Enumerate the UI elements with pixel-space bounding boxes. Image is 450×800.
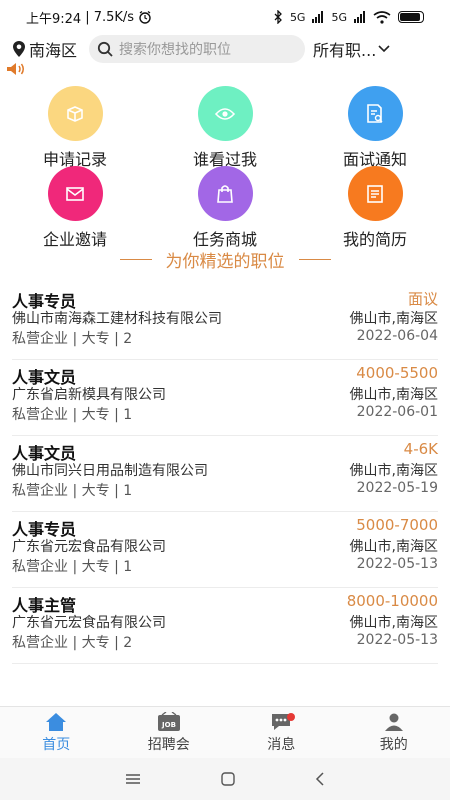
- job-meta: 私营企业 | 大专 | 1: [12, 559, 133, 575]
- quick-action-circle: [197, 166, 253, 221]
- quick-action-task-mall[interactable]: 任务商城: [165, 166, 285, 250]
- quick-action-circle: [47, 86, 103, 141]
- job-list-item[interactable]: 人事专员 5000-7000 广东省元宏食品有限公司 佛山市,南海区 私营企业 …: [12, 512, 438, 588]
- nav-home[interactable]: 首页: [0, 707, 113, 758]
- job-salary: 8000-10000: [346, 592, 438, 610]
- nav-label: 首页: [42, 736, 71, 753]
- box-icon: [67, 105, 83, 122]
- chevron-down-icon: [378, 45, 390, 53]
- section-title: 为你精选的职位: [0, 247, 450, 272]
- search-placeholder: 搜索你想找的职位: [119, 42, 232, 58]
- quick-action-circle: [47, 166, 103, 221]
- job-location: 佛山市,南海区: [349, 387, 438, 403]
- home-square-icon[interactable]: [221, 772, 235, 786]
- nav-messages[interactable]: 消息: [225, 707, 338, 758]
- job-company: 广东省元宏食品有限公司: [12, 539, 166, 555]
- job-date: 2022-06-04: [356, 328, 438, 344]
- document-search-icon: [367, 103, 383, 123]
- job-date: 2022-05-13: [356, 556, 438, 572]
- job-filter-label: 所有职...: [313, 41, 377, 60]
- job-location: 佛山市,南海区: [349, 615, 438, 631]
- envelope-icon: [66, 186, 84, 201]
- quick-action-apply-records[interactable]: 申请记录: [15, 86, 135, 170]
- nav-profile[interactable]: 我的: [338, 707, 450, 758]
- home-icon: [46, 712, 67, 731]
- back-icon[interactable]: [315, 772, 325, 786]
- signal-1-label: 5G: [289, 10, 306, 24]
- resume-icon: [367, 184, 383, 203]
- nav-label: 消息: [267, 736, 296, 753]
- signal-2-label: 5G: [331, 10, 347, 24]
- location-selector[interactable]: 南海区: [12, 37, 77, 61]
- nav-label: 我的: [379, 736, 408, 753]
- job-salary: 面议: [407, 290, 438, 308]
- top-bar: 南海区 搜索你想找的职位 所有职...: [0, 34, 450, 64]
- job-salary: 5000-7000: [356, 516, 438, 534]
- menu-icon[interactable]: [125, 773, 141, 785]
- signal-icon: [354, 11, 365, 23]
- nav-label: 招聘会: [147, 736, 190, 753]
- job-filter-dropdown[interactable]: 所有职...: [313, 37, 390, 61]
- job-date: 2022-06-01: [356, 404, 438, 420]
- status-left: 上午9:24 | 7.5K/s: [26, 8, 152, 27]
- alarm-icon: [139, 10, 151, 24]
- nav-job-fair[interactable]: JOB 招聘会: [113, 707, 226, 758]
- unread-badge: [287, 713, 295, 721]
- location-label: 南海区: [29, 41, 78, 60]
- job-salary: 4000-5500: [356, 364, 438, 382]
- job-company: 佛山市同兴日用品制造有限公司: [12, 463, 208, 479]
- job-list: 人事专员 面议 佛山市南海森工建材科技有限公司 佛山市,南海区 私营企业 | 大…: [0, 284, 450, 664]
- job-salary: 4-6K: [403, 440, 438, 458]
- wifi-icon: [373, 10, 391, 24]
- section-divider-left: [119, 258, 152, 261]
- search-icon: [97, 41, 113, 57]
- quick-action-circle: [347, 86, 403, 141]
- bottom-nav: 首页 JOB 招聘会 消息 我的: [0, 706, 450, 758]
- job-list-item[interactable]: 人事文员 4-6K 佛山市同兴日用品制造有限公司 佛山市,南海区 私营企业 | …: [12, 436, 438, 512]
- section-divider-right: [298, 258, 331, 261]
- job-meta: 私营企业 | 大专 | 1: [12, 483, 133, 499]
- job-meta: 私营企业 | 大专 | 2: [12, 635, 133, 651]
- job-location: 佛山市,南海区: [349, 539, 438, 555]
- status-right: 5G 5G: [273, 10, 424, 24]
- job-location: 佛山市,南海区: [349, 311, 438, 327]
- status-time: 上午9:24: [26, 11, 82, 27]
- job-location: 佛山市,南海区: [349, 463, 438, 479]
- shopping-bag-icon: [217, 184, 233, 203]
- quick-action-my-resume[interactable]: 我的简历: [315, 166, 435, 250]
- location-pin-icon: [13, 41, 25, 57]
- quick-action-interview-notice[interactable]: 面试通知: [315, 86, 435, 170]
- job-list-item[interactable]: 人事主管 8000-10000 广东省元宏食品有限公司 佛山市,南海区 私营企业…: [12, 588, 438, 664]
- job-fair-icon: JOB: [157, 711, 180, 731]
- status-bar: 上午9:24 | 7.5K/s 5G 5G: [0, 0, 450, 34]
- job-date: 2022-05-13: [356, 632, 438, 648]
- signal-icon: [312, 11, 324, 23]
- job-meta: 私营企业 | 大专 | 1: [12, 407, 133, 423]
- job-meta: 私营企业 | 大专 | 2: [12, 331, 133, 347]
- job-company: 广东省启新模具有限公司: [12, 387, 166, 403]
- job-company: 广东省元宏食品有限公司: [12, 615, 166, 631]
- speaker-icon[interactable]: [6, 62, 26, 76]
- svg-text:JOB: JOB: [161, 721, 176, 729]
- quick-action-who-viewed-me[interactable]: 谁看过我: [165, 86, 285, 170]
- quick-action-company-invitation[interactable]: 企业邀请: [15, 166, 135, 250]
- job-date: 2022-05-19: [356, 480, 438, 496]
- search-input[interactable]: 搜索你想找的职位: [89, 35, 306, 63]
- quick-action-circle: [347, 166, 403, 221]
- eye-icon: [215, 107, 235, 120]
- system-nav-bar: [0, 758, 450, 800]
- job-list-item[interactable]: 人事文员 4000-5500 广东省启新模具有限公司 佛山市,南海区 私营企业 …: [12, 360, 438, 436]
- quick-action-circle: [197, 86, 253, 141]
- user-icon: [384, 713, 403, 731]
- job-company: 佛山市南海森工建材科技有限公司: [12, 311, 222, 327]
- section-title-text: 为你精选的职位: [165, 252, 285, 272]
- bluetooth-icon: [274, 10, 282, 24]
- battery-icon: [398, 11, 424, 23]
- job-list-item[interactable]: 人事专员 面议 佛山市南海森工建材科技有限公司 佛山市,南海区 私营企业 | 大…: [12, 284, 438, 360]
- status-speed: | 7.5K/s: [85, 9, 135, 25]
